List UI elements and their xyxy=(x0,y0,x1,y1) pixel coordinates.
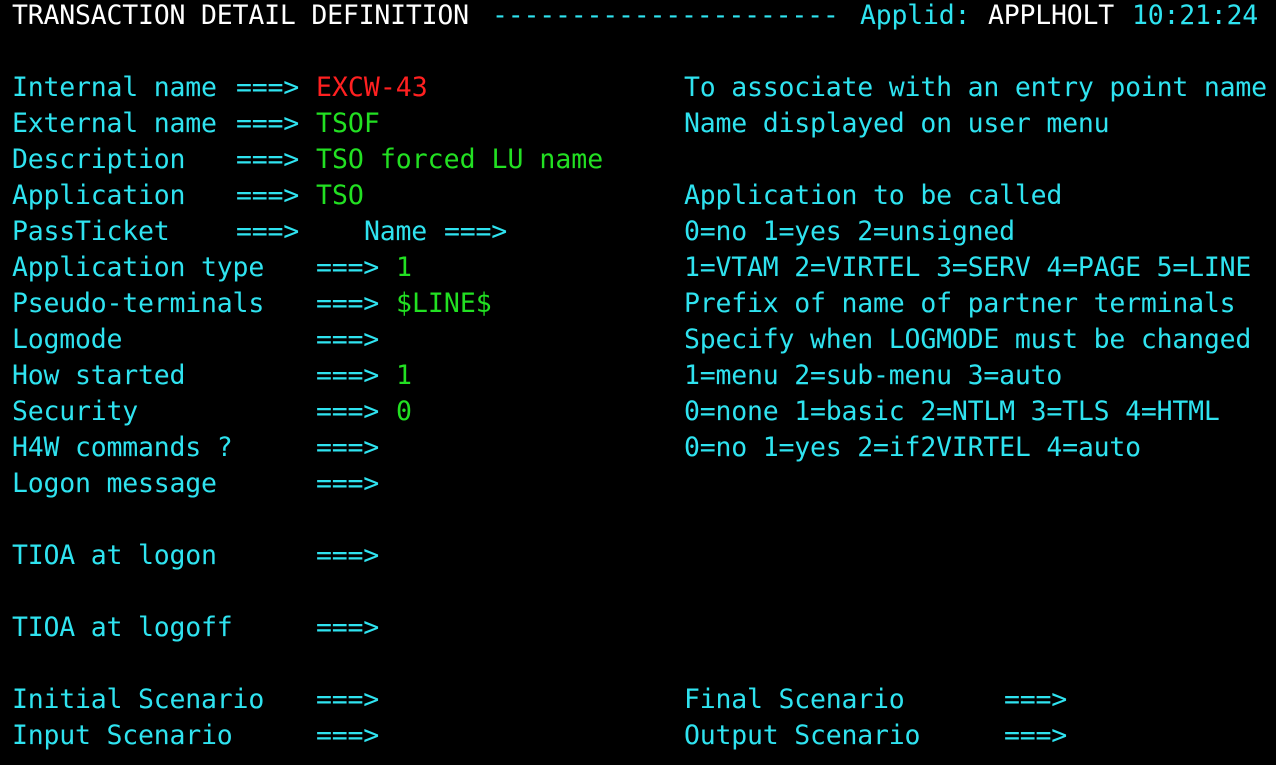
pseudo-terminals-help: Prefix of name of partner terminals xyxy=(684,288,1236,319)
clock-time: 10:21:24 xyxy=(1132,0,1259,31)
logmode-arrow: ===> xyxy=(316,324,380,355)
application-field[interactable]: TSO xyxy=(316,178,656,211)
application-type-arrow: ===> xyxy=(316,252,380,283)
h4w-commands-field[interactable] xyxy=(396,430,426,462)
description-field[interactable]: TSO forced LU name xyxy=(316,142,656,175)
terminal-screen: TRANSACTION DETAIL DEFINITION ----------… xyxy=(0,0,1276,765)
tioa-logoff-arrow: ===> xyxy=(316,612,380,643)
passticket-field[interactable] xyxy=(316,214,346,246)
logon-message-label: Logon message xyxy=(12,468,217,499)
passticket-name-field[interactable] xyxy=(524,214,654,246)
h4w-commands-label: H4W commands ? xyxy=(12,432,233,463)
description-label: Description xyxy=(12,144,186,175)
logmode-help: Specify when LOGMODE must be changed xyxy=(684,324,1252,355)
output-scenario-arrow: ===> xyxy=(1004,720,1068,751)
passticket-help: 0=no 1=yes 2=unsigned xyxy=(684,216,1015,247)
external-name-help: Name displayed on user menu xyxy=(684,108,1110,139)
pseudo-terminals-label: Pseudo-terminals xyxy=(12,288,265,319)
application-type-help: 1=VTAM 2=VIRTEL 3=SERV 4=PAGE 5=LINE xyxy=(684,252,1252,283)
applid-label: Applid: xyxy=(860,0,971,31)
how-started-label: How started xyxy=(12,360,186,391)
security-arrow: ===> xyxy=(316,396,380,427)
passticket-label: PassTicket xyxy=(12,216,170,247)
internal-name-field[interactable]: EXCW-43 xyxy=(316,70,656,103)
application-type-field[interactable]: 1 xyxy=(396,250,426,283)
external-name-label: External name xyxy=(12,108,217,139)
applid-value: APPLHOLT xyxy=(988,0,1115,31)
tioa-logoff-label: TIOA at logoff xyxy=(12,612,233,643)
pseudo-terminals-arrow: ===> xyxy=(316,288,380,319)
passticket-name-label: Name xyxy=(364,216,428,247)
output-scenario-field[interactable] xyxy=(1084,718,1214,750)
pseudo-terminals-field[interactable]: $LINE$ xyxy=(396,286,526,319)
initial-scenario-label: Initial Scenario xyxy=(12,684,265,715)
input-scenario-field[interactable] xyxy=(396,718,526,750)
initial-scenario-field[interactable] xyxy=(396,682,526,714)
internal-name-help: To associate with an entry point name xyxy=(684,72,1267,103)
passticket-arrow: ===> xyxy=(236,216,300,247)
final-scenario-arrow: ===> xyxy=(1004,684,1068,715)
input-scenario-arrow: ===> xyxy=(316,720,380,751)
how-started-field[interactable]: 1 xyxy=(396,358,426,391)
external-name-arrow: ===> xyxy=(236,108,300,139)
passticket-name-arrow: ===> xyxy=(444,216,508,247)
application-label: Application xyxy=(12,180,186,211)
security-help: 0=none 1=basic 2=NTLM 3=TLS 4=HTML xyxy=(684,396,1220,427)
title-rule: ---------------------- xyxy=(492,0,839,31)
h4w-commands-help: 0=no 1=yes 2=if2VIRTEL 4=auto xyxy=(684,432,1141,463)
how-started-arrow: ===> xyxy=(316,360,380,391)
application-type-label: Application type xyxy=(12,252,265,283)
internal-name-arrow: ===> xyxy=(236,72,300,103)
logmode-label: Logmode xyxy=(12,324,123,355)
external-name-field[interactable]: TSOF xyxy=(316,106,656,139)
security-label: Security xyxy=(12,396,139,427)
logon-message-arrow: ===> xyxy=(316,468,380,499)
final-scenario-label: Final Scenario xyxy=(684,684,905,715)
tioa-logon-label: TIOA at logon xyxy=(12,540,217,571)
initial-scenario-arrow: ===> xyxy=(316,684,380,715)
output-scenario-label: Output Scenario xyxy=(684,720,921,751)
logmode-field[interactable] xyxy=(396,322,526,354)
how-started-help: 1=menu 2=sub-menu 3=auto xyxy=(684,360,1063,391)
application-help: Application to be called xyxy=(684,180,1063,211)
tioa-logon-field[interactable] xyxy=(396,538,1256,570)
internal-name-label: Internal name xyxy=(12,72,217,103)
screen-title: TRANSACTION DETAIL DEFINITION xyxy=(12,0,469,31)
security-field[interactable]: 0 xyxy=(396,394,426,427)
description-arrow: ===> xyxy=(236,144,300,175)
tioa-logon-arrow: ===> xyxy=(316,540,380,571)
application-arrow: ===> xyxy=(236,180,300,211)
final-scenario-field[interactable] xyxy=(1084,682,1214,714)
logon-message-field[interactable] xyxy=(396,466,1256,498)
h4w-commands-arrow: ===> xyxy=(316,432,380,463)
tioa-logoff-field[interactable] xyxy=(396,610,1256,642)
input-scenario-label: Input Scenario xyxy=(12,720,233,751)
